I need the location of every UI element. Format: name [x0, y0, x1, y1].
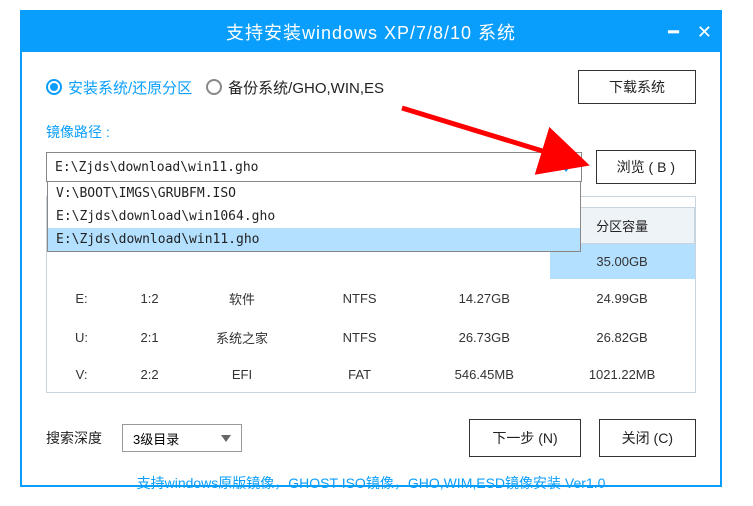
radio-backup-label: 备份系统/GHO,WIN,ES	[228, 77, 384, 98]
search-depth-select[interactable]: 3级目录	[122, 424, 242, 452]
footer-text: 支持windows原版镜像，GHOST ISO镜像，GHO,WIM,ESD镜像安…	[46, 473, 696, 493]
bottom-buttons: 下一步 (N) 关闭 (C)	[469, 419, 696, 457]
mode-row: 安装系统/还原分区 备份系统/GHO,WIN,ES 下载系统	[46, 70, 696, 104]
app-window: 支持安装windows XP/7/8/10 系统 ━ ✕ 安装系统/还原分区 备…	[20, 10, 722, 487]
radio-install-label: 安装系统/还原分区	[68, 77, 192, 98]
table-cell: 26.73GB	[419, 318, 550, 357]
table-cell: 软件	[184, 279, 301, 318]
bottom-row: 搜索深度 3级目录 下一步 (N) 关闭 (C)	[46, 419, 696, 457]
window-controls: ━ ✕	[668, 12, 712, 52]
table-cell: NTFS	[300, 279, 419, 318]
radio-icon	[206, 79, 222, 95]
image-path-label: 镜像路径 :	[46, 122, 696, 142]
close-action-button[interactable]: 关闭 (C)	[599, 419, 696, 457]
table-cell: U:	[48, 318, 116, 357]
browse-button[interactable]: 浏览 ( B )	[596, 150, 696, 184]
image-path-row: V:\BOOT\IMGS\GRUBFM.ISOE:\Zjds\download\…	[46, 150, 696, 184]
table-cell: EFI	[184, 357, 301, 392]
table-cell: 14.27GB	[419, 279, 550, 318]
dropdown-item[interactable]: E:\Zjds\download\win11.gho	[48, 228, 580, 251]
table-cell: E:	[48, 279, 116, 318]
content-area: 安装系统/还原分区 备份系统/GHO,WIN,ES 下载系统 镜像路径 : V:…	[22, 52, 720, 503]
table-cell: FAT	[300, 357, 419, 392]
table-cell: NTFS	[300, 318, 419, 357]
table-row[interactable]: V:2:2EFIFAT546.45MB1021.22MB	[48, 357, 695, 392]
chevron-down-icon[interactable]	[559, 163, 573, 172]
window-title: 支持安装windows XP/7/8/10 系统	[226, 19, 516, 45]
table-row[interactable]: E:1:2软件NTFS14.27GB24.99GB	[48, 279, 695, 318]
close-button[interactable]: ✕	[697, 22, 712, 43]
radio-backup[interactable]: 备份系统/GHO,WIN,ES	[206, 77, 384, 98]
table-cell: 1:2	[116, 279, 184, 318]
next-button[interactable]: 下一步 (N)	[469, 419, 580, 457]
download-button[interactable]: 下载系统	[578, 70, 696, 104]
radio-icon	[46, 79, 62, 95]
dropdown-item[interactable]: V:\BOOT\IMGS\GRUBFM.ISO	[48, 182, 580, 205]
titlebar: 支持安装windows XP/7/8/10 系统 ━ ✕	[22, 12, 720, 52]
search-depth-value: 3级目录	[133, 429, 179, 448]
table-cell: 系统之家	[184, 318, 301, 357]
table-cell: V:	[48, 357, 116, 392]
table-body: 35.00GBE:1:2软件NTFS14.27GB24.99GBU:2:1系统之…	[48, 244, 695, 393]
table-cell: 26.82GB	[550, 318, 695, 357]
table-cell: 2:2	[116, 357, 184, 392]
table-cell: 2:1	[116, 318, 184, 357]
image-path-dropdown: V:\BOOT\IMGS\GRUBFM.ISOE:\Zjds\download\…	[47, 182, 581, 252]
search-depth-label: 搜索深度	[46, 428, 102, 448]
minimize-button[interactable]: ━	[668, 22, 679, 43]
chevron-down-icon	[221, 435, 231, 442]
table-cell: 1021.22MB	[550, 357, 695, 392]
dropdown-item[interactable]: E:\Zjds\download\win1064.gho	[48, 205, 580, 228]
image-path-input[interactable]	[55, 160, 559, 175]
table-row[interactable]: U:2:1系统之家NTFS26.73GB26.82GB	[48, 318, 695, 357]
image-path-combobox[interactable]: V:\BOOT\IMGS\GRUBFM.ISOE:\Zjds\download\…	[46, 152, 582, 182]
radio-install[interactable]: 安装系统/还原分区	[46, 77, 192, 98]
table-cell: 24.99GB	[550, 279, 695, 318]
table-cell: 546.45MB	[419, 357, 550, 392]
